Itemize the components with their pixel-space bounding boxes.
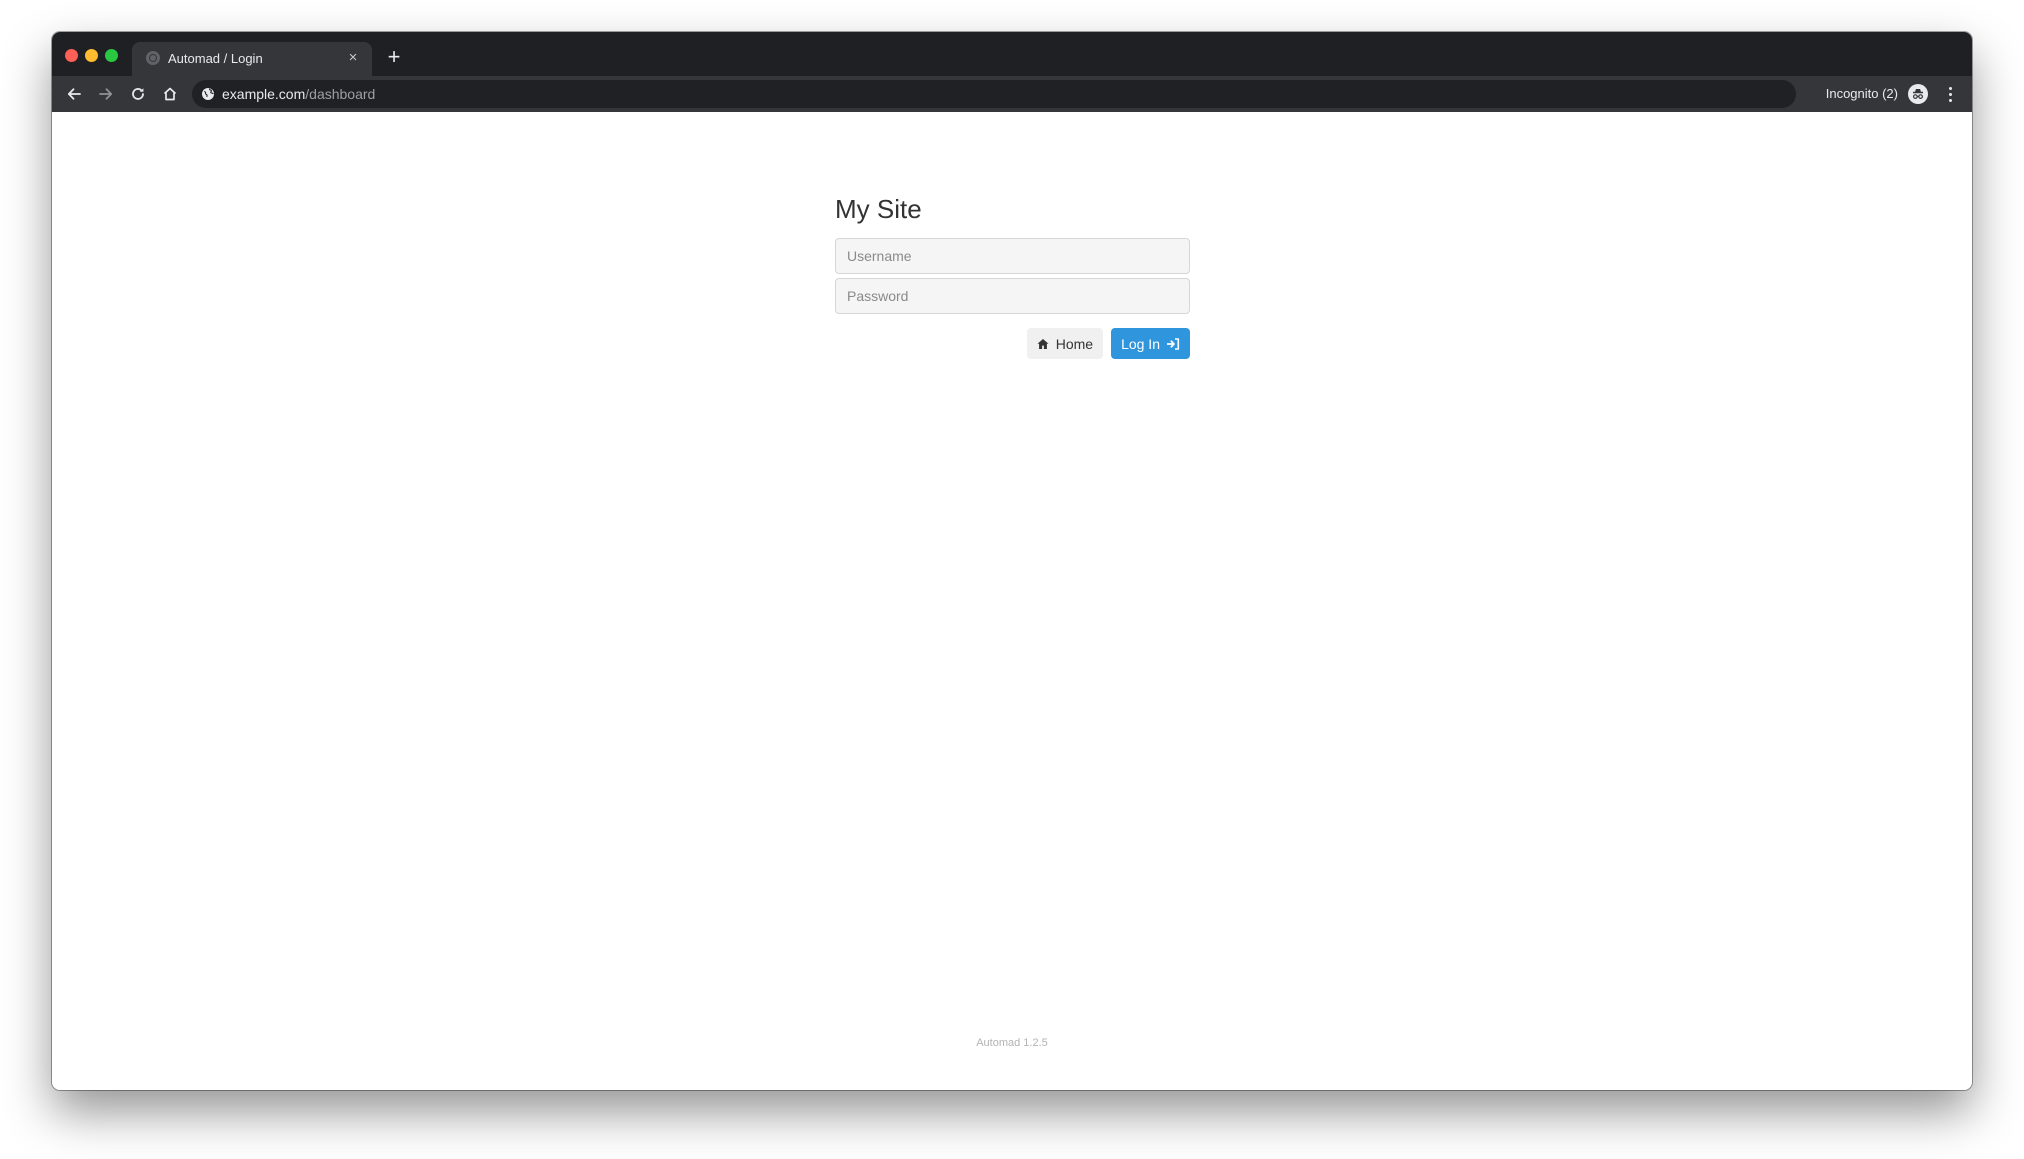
version-footer: Automad 1.2.5 bbox=[976, 1037, 1048, 1049]
username-input[interactable] bbox=[835, 238, 1190, 274]
sign-in-icon bbox=[1167, 337, 1180, 350]
arrow-right-icon bbox=[99, 88, 113, 100]
log-in-button[interactable]: Log In bbox=[1111, 328, 1190, 359]
login-form: My Site Home Log In bbox=[835, 192, 1190, 359]
url-host: example.com bbox=[222, 86, 306, 102]
close-window-button[interactable] bbox=[65, 49, 78, 62]
home-button-label: Home bbox=[1055, 335, 1094, 352]
log-in-button-label: Log In bbox=[1121, 335, 1160, 352]
globe-icon bbox=[202, 88, 214, 100]
home-button[interactable] bbox=[158, 82, 182, 106]
incognito-glyph bbox=[1913, 89, 1924, 100]
close-icon[interactable]: × bbox=[344, 49, 362, 67]
globe-icon bbox=[146, 51, 160, 65]
minimize-window-button[interactable] bbox=[85, 49, 98, 62]
tab-title: Automad / Login bbox=[168, 51, 263, 66]
arrow-left-icon bbox=[67, 88, 81, 100]
home-icon bbox=[1037, 338, 1049, 349]
home-icon bbox=[163, 87, 177, 101]
maximize-window-button[interactable] bbox=[105, 49, 118, 62]
back-button[interactable] bbox=[62, 82, 86, 106]
tab-automad-login[interactable]: Automad / Login × bbox=[132, 42, 372, 76]
browser-window: Automad / Login × + example.com/dashboar… bbox=[52, 32, 1972, 1090]
page-content: My Site Home Log In A bbox=[52, 112, 1972, 1090]
url-text: example.com/dashboard bbox=[222, 86, 375, 102]
reload-icon bbox=[132, 88, 144, 100]
password-input[interactable] bbox=[835, 278, 1190, 314]
kebab-menu-icon[interactable] bbox=[1940, 84, 1960, 104]
new-tab-button[interactable]: + bbox=[382, 45, 406, 69]
forward-button[interactable] bbox=[94, 82, 118, 106]
tab-strip: Automad / Login × + bbox=[52, 32, 1972, 76]
page-title: My Site bbox=[835, 194, 922, 224]
browser-toolbar: example.com/dashboard Incognito (2) bbox=[52, 76, 1972, 112]
form-actions: Home Log In bbox=[835, 328, 1190, 359]
url-path: /dashboard bbox=[305, 86, 376, 102]
incognito-icon[interactable] bbox=[1908, 84, 1928, 104]
home-button[interactable]: Home bbox=[1026, 328, 1104, 359]
reload-button[interactable] bbox=[126, 82, 150, 106]
incognito-label[interactable]: Incognito (2) bbox=[1826, 86, 1898, 101]
address-bar[interactable]: example.com/dashboard bbox=[192, 80, 1796, 108]
